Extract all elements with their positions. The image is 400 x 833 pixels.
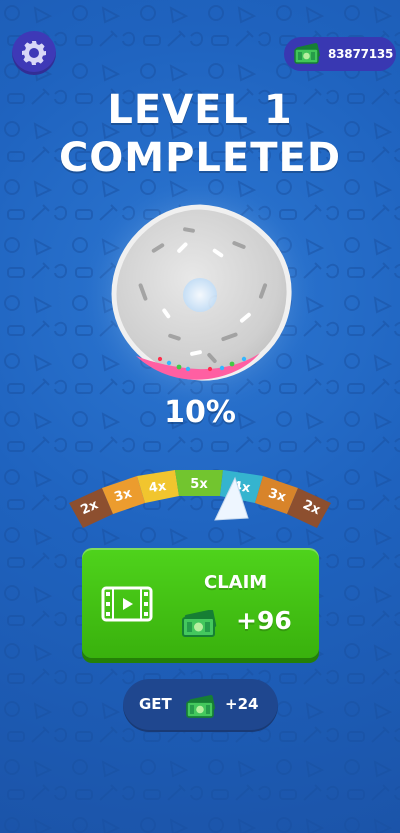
cash-icon [294,43,320,64]
currency-balance: 83877135 [284,37,396,71]
multiplier-meter: 2x 3x 4x 5x 4x 3x 2x [69,470,331,528]
get-amount: +24 [225,695,259,713]
currency-amount: 83877135 [328,47,394,61]
multiplier-label: 4x [148,479,168,496]
progress-percent: 10% [164,395,236,430]
claim-button[interactable]: CLAIM +96 [82,548,319,658]
donut-reward-art [82,177,318,410]
cash-icon [182,610,217,637]
get-label: GET [139,695,172,713]
settings-button[interactable] [12,31,56,75]
video-icon [101,586,153,622]
multiplier-label: 5x [190,477,208,492]
donut-icon [111,204,292,381]
cash-icon [186,695,216,718]
gear-icon [22,41,46,65]
level-complete-screen: 83877135 LEVEL 1 COMPLETED 10% 2x 3x 4x … [0,0,400,833]
claim-amount: +96 [236,606,292,635]
level-title: LEVEL 1 [107,87,293,133]
get-button[interactable]: GET +24 [123,679,278,732]
claim-label: CLAIM [204,572,268,593]
